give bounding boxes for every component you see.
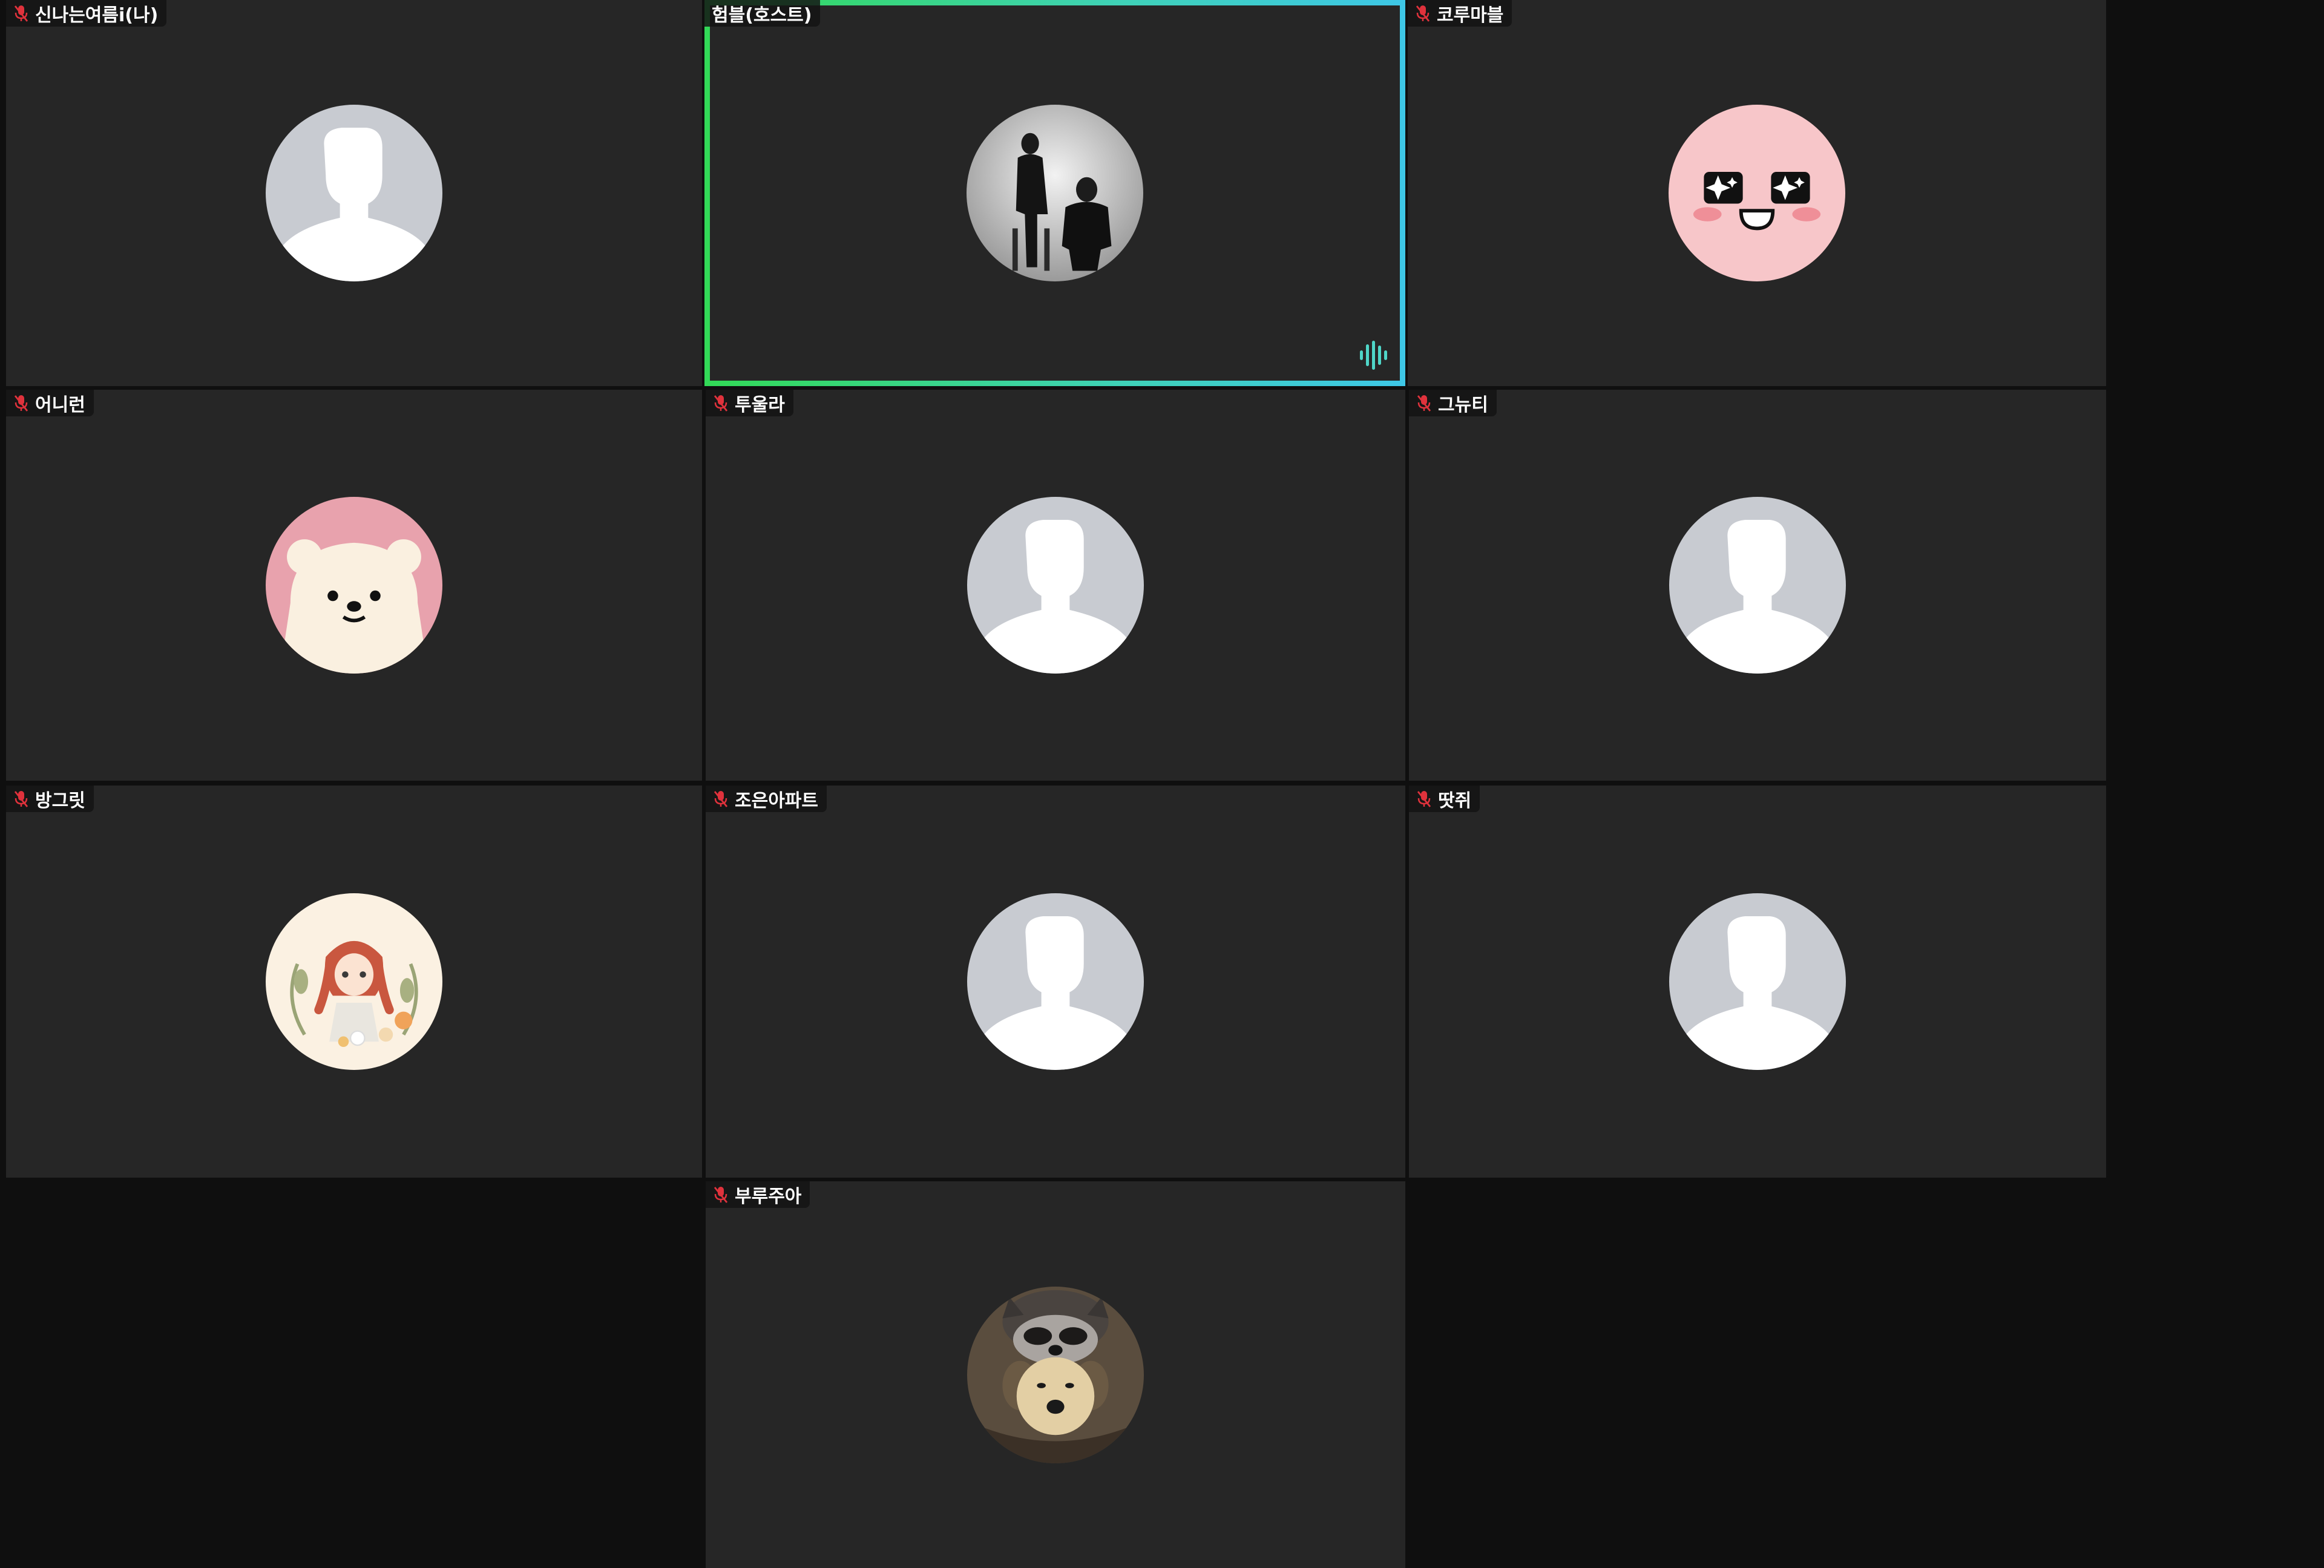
participant-name: 땃쥐 (1438, 790, 1472, 812)
participant-name-tag: 방그릿 (6, 786, 94, 812)
participant-tile[interactable]: 방그릿 (6, 786, 702, 1178)
participant-tile[interactable]: 코루마블 (1408, 0, 2106, 386)
muted-mic-icon (714, 791, 728, 807)
participant-tile[interactable]: 땃쥐 (1409, 786, 2106, 1178)
participant-tile[interactable]: 어니런 (6, 390, 702, 781)
participant-name: 투울라 (735, 395, 785, 416)
participant-name: 어니런 (35, 395, 85, 416)
participant-name: 험블(호스트) (712, 5, 812, 26)
participant-tile[interactable]: 신나는여름i(나) (6, 0, 702, 386)
muted-mic-icon (714, 395, 728, 412)
participant-tile[interactable]: 부루주아 (706, 1181, 1405, 1568)
participant-name-tag: 코루마블 (1408, 0, 1512, 27)
participant-name-tag: 신나는여름i(나) (6, 0, 167, 27)
muted-mic-icon (1417, 791, 1431, 807)
muted-mic-icon (1416, 5, 1430, 22)
participant-name-tag: 험블(호스트) (704, 0, 821, 27)
participant-name: 신나는여름i(나) (35, 5, 159, 26)
speaking-indicator-icon (1360, 341, 1387, 370)
participant-tile[interactable]: 험블(호스트) (704, 0, 1405, 386)
participant-name: 부루주아 (735, 1186, 802, 1207)
anne-illustration-avatar (266, 893, 442, 1070)
participant-name: 방그릿 (35, 790, 85, 812)
default-person-icon (967, 497, 1144, 674)
default-person-icon (1669, 893, 1846, 1070)
muted-mic-icon (14, 791, 28, 807)
participant-name-tag: 투울라 (706, 390, 793, 416)
muted-mic-icon (14, 5, 28, 22)
muted-mic-icon (714, 1187, 728, 1203)
raccoon-dog-photo-avatar (967, 1287, 1144, 1463)
participant-name: 그뉴티 (1438, 395, 1488, 416)
sparkly-eyes-face-avatar (1669, 105, 1845, 281)
default-person-icon (1669, 497, 1846, 674)
default-person-icon (967, 893, 1144, 1070)
participant-name-tag: 그뉴티 (1409, 390, 1497, 416)
cream-bear-avatar (266, 497, 442, 674)
couple-photo-avatar (967, 105, 1143, 281)
participant-name-tag: 어니런 (6, 390, 94, 416)
participant-name-tag: 땃쥐 (1409, 786, 1480, 812)
muted-mic-icon (14, 395, 28, 412)
participant-tile[interactable]: 투울라 (706, 390, 1405, 781)
participant-name: 코루마블 (1437, 5, 1504, 26)
participant-tile[interactable]: 그뉴티 (1409, 390, 2106, 781)
muted-mic-icon (1417, 395, 1431, 412)
participant-name-tag: 조은아파트 (706, 786, 827, 812)
participant-name: 조은아파트 (735, 790, 818, 812)
participant-name-tag: 부루주아 (706, 1181, 810, 1208)
participant-tile[interactable]: 조은아파트 (706, 786, 1405, 1178)
video-gallery: 신나는여름i(나) 험블(호스트) 코루마블 어니런 투울라 그뉴티 방그릿 조… (0, 0, 2324, 1568)
default-person-icon (266, 105, 442, 281)
